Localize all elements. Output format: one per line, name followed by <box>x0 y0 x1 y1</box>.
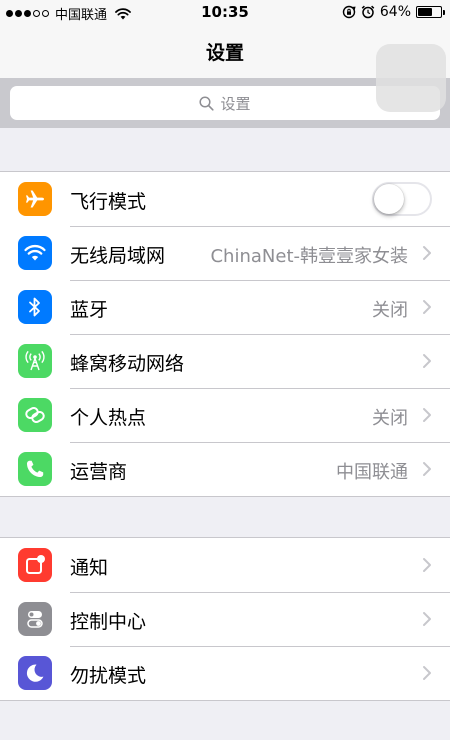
hotspot-link-icon <box>18 398 52 432</box>
battery-percent: 64% <box>379 4 411 20</box>
battery-icon <box>416 6 445 18</box>
chevron-right-icon <box>423 408 431 422</box>
settings-row-label: 蜂窝移动网络 <box>70 353 185 375</box>
settings-row-airplane-mode[interactable]: 飞行模式 <box>0 172 450 226</box>
search-icon <box>199 95 215 111</box>
chevron-right-icon <box>423 246 431 260</box>
settings-row-carrier[interactable]: 运营商 中国联通 <box>0 442 450 496</box>
chevron-right-icon <box>423 666 431 680</box>
settings-row-label: 勿扰模式 <box>70 665 147 687</box>
search-placeholder: 设置 <box>220 94 251 113</box>
settings-row-label: 个人热点 <box>70 407 147 429</box>
settings-row-do-not-disturb[interactable]: 勿扰模式 <box>0 646 450 700</box>
cellular-antenna-icon <box>18 344 52 378</box>
settings-row-label: 通知 <box>70 557 109 579</box>
chevron-right-icon <box>423 558 431 572</box>
settings-row-label: 飞行模式 <box>70 191 147 213</box>
settings-row-notifications[interactable]: 通知 <box>0 538 450 592</box>
status-bar: 中国联通 10:35 64% <box>0 0 450 26</box>
settings-row-label: 运营商 <box>70 461 128 483</box>
airplane-icon <box>18 182 52 216</box>
control-center-icon <box>18 602 52 636</box>
settings-row-cellular[interactable]: 蜂窝移动网络 <box>0 334 450 388</box>
status-right: 64% <box>342 4 445 20</box>
settings-row-label: 蓝牙 <box>70 299 109 321</box>
rotation-lock-icon <box>342 5 356 19</box>
carrier-value: 中国联通 <box>336 462 408 483</box>
wifi-network-name: ChinaNet-韩壹壹家女装 <box>210 246 408 267</box>
bluetooth-icon <box>18 290 52 324</box>
chevron-right-icon <box>423 354 431 368</box>
settings-row-label: 无线局域网 <box>70 245 166 267</box>
assistive-touch-button[interactable] <box>376 44 446 112</box>
settings-group-connectivity: 飞行模式 无线局域网 ChinaNet-韩壹壹家女装 蓝牙 关闭 蜂窝移动网络 … <box>0 171 450 497</box>
settings-row-personal-hotspot[interactable]: 个人热点 关闭 <box>0 388 450 442</box>
moon-icon <box>18 656 52 690</box>
chevron-right-icon <box>423 612 431 626</box>
toggle-knob <box>374 184 404 214</box>
settings-row-bluetooth[interactable]: 蓝牙 关闭 <box>0 280 450 334</box>
alarm-icon <box>361 5 375 19</box>
settings-row-label: 控制中心 <box>70 611 147 633</box>
settings-row-wlan[interactable]: 无线局域网 ChinaNet-韩壹壹家女装 <box>0 226 450 280</box>
bluetooth-status: 关闭 <box>372 300 408 321</box>
settings-group-notifications: 通知 控制中心 勿扰模式 <box>0 537 450 701</box>
chevron-right-icon <box>423 300 431 314</box>
chevron-right-icon <box>423 462 431 476</box>
airplane-mode-toggle[interactable] <box>372 182 432 216</box>
hotspot-status: 关闭 <box>372 408 408 429</box>
notification-icon <box>18 548 52 582</box>
wifi-icon <box>18 236 52 270</box>
settings-row-control-center[interactable]: 控制中心 <box>0 592 450 646</box>
phone-icon <box>18 452 52 486</box>
